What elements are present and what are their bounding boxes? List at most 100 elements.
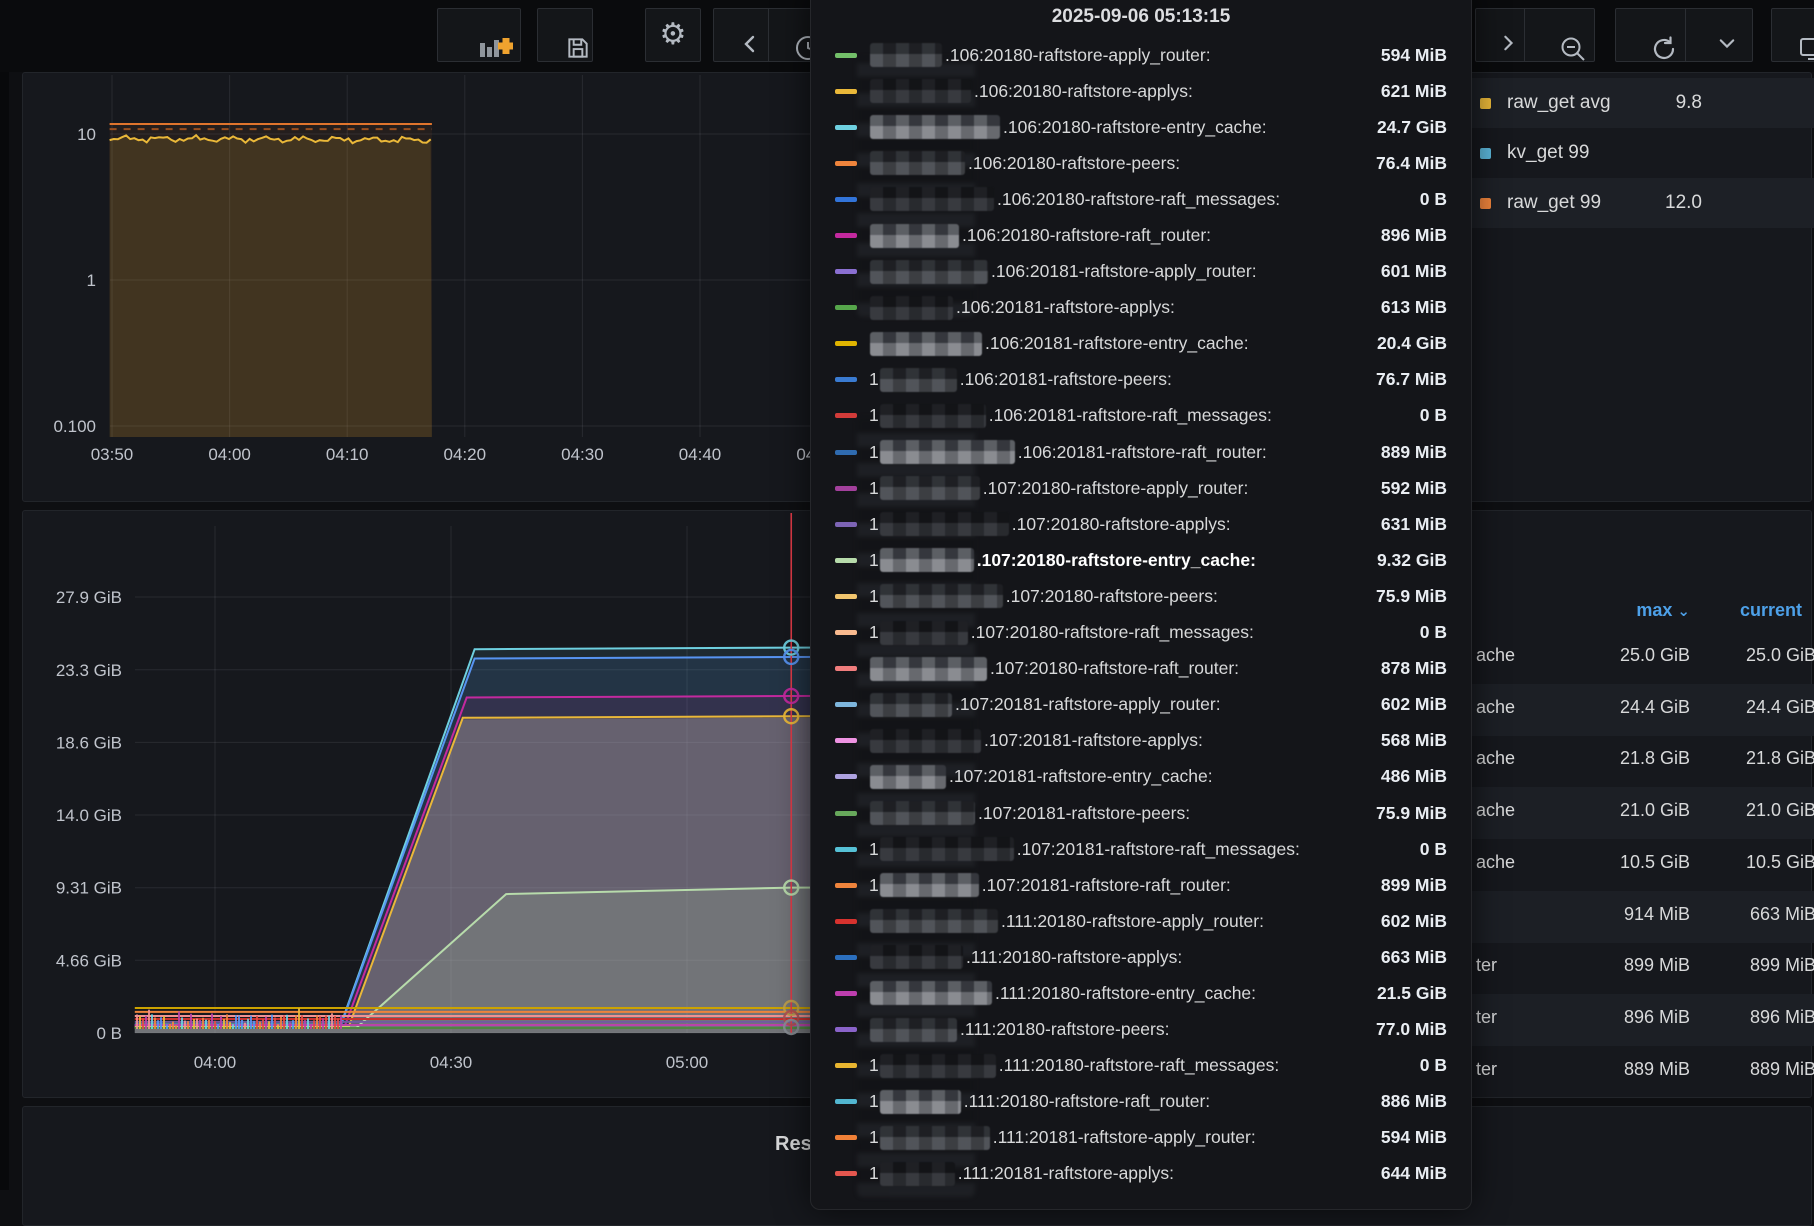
row-name-fragment[interactable]: ache (1476, 645, 1515, 666)
series-name-label: .111:20181-raftstore-apply_router: (993, 1127, 1256, 1148)
series-name-label: .107:20181-raftstore-peers: (978, 803, 1190, 824)
legend-table-header: max ⌄ current (1472, 592, 1814, 632)
row-name-fragment[interactable]: ter (1476, 1059, 1497, 1080)
row-name-fragment[interactable]: ter (1476, 955, 1497, 976)
censored-ip-blur (870, 151, 965, 175)
censored-ip-blur (870, 187, 994, 211)
series-color-marker (835, 486, 857, 491)
legend-row[interactable]: raw_get avg9.8 (1470, 78, 1814, 128)
legend-table-row[interactable]: ache21.0 GiB21.0 GiB (1472, 787, 1814, 839)
row-current-value: 10.5 GiB (1746, 852, 1814, 873)
series-color-marker (835, 991, 857, 996)
legend-color-marker[interactable] (1480, 98, 1491, 109)
censored-ip-blur (870, 332, 982, 356)
series-value: 20.4 GiB (1377, 333, 1447, 354)
row-name-fragment[interactable]: ter (1476, 1007, 1497, 1028)
legend-series-name[interactable]: raw_get 99 (1507, 192, 1601, 214)
refresh-interval-dropdown[interactable] (1685, 9, 1753, 61)
svg-text:04:30: 04:30 (430, 1053, 473, 1072)
series-name-label: .111:20180-raftstore-peers: (960, 1019, 1169, 1040)
legend-table-row[interactable]: ter889 MiB889 MiB (1472, 1046, 1814, 1098)
legend-color-marker[interactable] (1480, 148, 1491, 159)
svg-text:9.31 GiB: 9.31 GiB (56, 879, 122, 898)
series-name-lead: 1 (869, 622, 879, 643)
max-column-header[interactable]: max ⌄ (1636, 600, 1690, 621)
refresh-group (1615, 8, 1753, 62)
censored-ip-blur (870, 260, 988, 284)
dashboard-settings-button[interactable]: ⚙ (645, 8, 701, 62)
time-forward-button[interactable] (1476, 9, 1524, 61)
series-color-marker (835, 811, 857, 816)
svg-text:4.66 GiB: 4.66 GiB (56, 951, 122, 970)
series-name-label: .106:20181-raftstore-raft_router: (1018, 442, 1267, 463)
gear-icon: ⚙ (660, 20, 687, 50)
legend-table-row[interactable]: ache24.4 GiB24.4 GiB (1472, 684, 1814, 736)
row-name-fragment[interactable]: ache (1476, 748, 1515, 769)
legend-series-name[interactable]: raw_get avg (1507, 92, 1611, 114)
series-name-lead: 1 (869, 839, 879, 860)
censored-ip-blur (880, 512, 1009, 536)
legend-table-row[interactable]: 914 MiB663 MiB (1472, 891, 1814, 943)
current-column-header[interactable]: current (1740, 600, 1802, 621)
series-name-lead: 1 (869, 514, 879, 535)
censored-ip-blur (870, 79, 971, 103)
series-value: 899 MiB (1381, 875, 1447, 896)
series-name-lead: 1 (869, 405, 879, 426)
tooltip-series-row: 1.107:20181-raftstore-raft_router:899 Mi… (835, 867, 1447, 903)
svg-text:04:30: 04:30 (561, 445, 604, 464)
save-dashboard-button[interactable] (537, 8, 593, 62)
censored-ip-blur (870, 945, 963, 969)
svg-text:04:00: 04:00 (194, 1053, 237, 1072)
svg-text:27.9 GiB: 27.9 GiB (56, 588, 122, 607)
series-color-marker (835, 197, 857, 202)
row-name-fragment[interactable]: ache (1476, 852, 1515, 873)
series-name-lead: 1 (869, 1127, 879, 1148)
series-value: 889 MiB (1381, 442, 1447, 463)
tooltip-series-row: 1.111:20180-raftstore-raft_router:886 Mi… (835, 1084, 1447, 1120)
legend-row[interactable]: kv_get 99 (1470, 128, 1814, 178)
series-name-label: .106:20181-raftstore-apply_router: (991, 261, 1257, 282)
tooltip-series-row: .111:20180-raftstore-entry_cache:21.5 Gi… (835, 975, 1447, 1011)
legend-table-row[interactable]: ache21.8 GiB21.8 GiB (1472, 735, 1814, 787)
panel-title-fragment[interactable]: Res (775, 1133, 812, 1156)
tv-mode-button[interactable] (1771, 8, 1814, 62)
series-name-label: .111:20180-raftstore-entry_cache: (995, 983, 1256, 1004)
row-max-value: 896 MiB (1624, 1007, 1690, 1028)
time-back-button[interactable] (714, 9, 768, 61)
censored-ip-blur (880, 837, 1014, 861)
series-color-marker (835, 522, 857, 527)
censored-ip-blur (880, 440, 1015, 464)
series-name-lead: 1 (869, 1091, 879, 1112)
tooltip-series-row: .107:20181-raftstore-applys:568 MiB (835, 723, 1447, 759)
add-panel-button[interactable] (437, 8, 521, 62)
legend-table-row[interactable]: ache10.5 GiB10.5 GiB (1472, 839, 1814, 891)
legend-row[interactable]: raw_get 99 12.0 (1470, 178, 1814, 228)
tooltip-series-row: 1.111:20181-raftstore-apply_router:594 M… (835, 1120, 1447, 1156)
legend-series-name[interactable]: kv_get 99 (1507, 142, 1589, 164)
zoom-out-button[interactable] (1524, 9, 1594, 61)
svg-text:03:50: 03:50 (91, 445, 134, 464)
row-name-fragment[interactable]: ache (1476, 697, 1515, 718)
legend-table-row[interactable]: ter899 MiB899 MiB (1472, 942, 1814, 994)
tooltip-timestamp: 2025-09-06 05:13:15 (835, 5, 1447, 29)
legend-table-row[interactable]: ache25.0 GiB25.0 GiB (1472, 632, 1814, 684)
tooltip-series-list: .106:20180-raftstore-apply_router:594 Mi… (835, 37, 1447, 1192)
series-value: 896 MiB (1381, 225, 1447, 246)
row-name-fragment[interactable]: ache (1476, 800, 1515, 821)
legend-color-marker[interactable] (1480, 198, 1491, 209)
series-name-lead: 1 (869, 369, 879, 390)
row-current-value: 24.4 GiB (1746, 697, 1814, 718)
tooltip-series-row: 1.107:20181-raftstore-raft_messages:0 B (835, 831, 1447, 867)
censored-ip-blur (880, 548, 974, 572)
legend-series-value: 12.0 (1665, 192, 1804, 214)
censored-ip-blur (880, 1126, 990, 1150)
series-name-label: .106:20180-raftstore-peers: (968, 153, 1180, 174)
series-value: 0 B (1420, 1055, 1447, 1076)
series-value: 0 B (1420, 622, 1447, 643)
tooltip-series-row: .106:20181-raftstore-applys:613 MiB (835, 290, 1447, 326)
legend-table-row[interactable]: ter896 MiB896 MiB (1472, 994, 1814, 1046)
censored-ip-blur (880, 1054, 996, 1078)
censored-ip-blur (870, 729, 981, 753)
refresh-button[interactable] (1616, 9, 1685, 61)
series-name-lead: 1 (869, 478, 879, 499)
